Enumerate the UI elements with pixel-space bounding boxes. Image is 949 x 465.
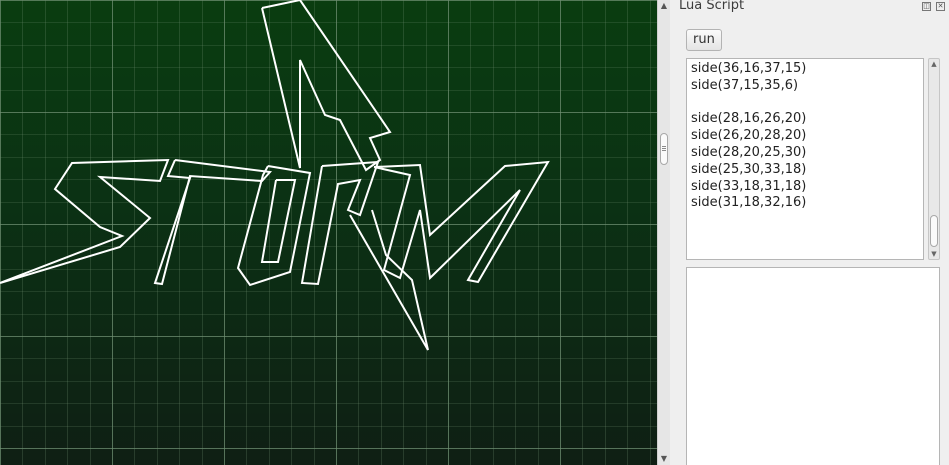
editor-scrollbar[interactable]: ▲ ▼ [928, 58, 940, 260]
script-text: side(36,16,37,15) side(37,15,35,6) side(2… [691, 61, 806, 212]
letter-t-outline [153, 159, 273, 286]
scroll-up-arrow-icon[interactable]: ▲ [658, 0, 670, 12]
scroll-down-arrow-icon[interactable]: ▼ [929, 249, 939, 259]
scroll-up-arrow-icon[interactable]: ▲ [929, 59, 939, 69]
script-line: side(25,30,33,18) [691, 161, 807, 177]
run-button[interactable]: run [686, 29, 722, 51]
script-line: side(31,18,32,16) [691, 195, 807, 211]
script-line: side(28,16,26,20) [691, 111, 807, 127]
storm-drawing [0, 0, 550, 351]
script-line: side(36,16,37,15) [691, 61, 807, 76]
editor-scrollbar-thumb[interactable] [930, 215, 938, 247]
script-editor[interactable]: side(36,16,37,15) side(37,15,35,6) side(2… [686, 58, 924, 260]
letter-o-outline [236, 165, 312, 287]
script-line: side(37,15,35,6) [691, 77, 799, 93]
script-line: side(28,20,25,30) [691, 144, 807, 160]
script-line [691, 95, 806, 112]
scrollbar-thumb[interactable] [660, 133, 668, 165]
letter-r-leg [349, 209, 429, 351]
lua-script-panel: Lua Script ◫ ✕ run side(36,16,37,15) side… [671, 0, 949, 465]
canvas-vertical-scrollbar[interactable]: ▲ ▼ [657, 0, 670, 465]
letter-m-outline [373, 160, 550, 284]
scroll-down-arrow-icon[interactable]: ▼ [658, 453, 670, 465]
letter-o-inner [260, 179, 297, 263]
lightning-bolt-outline [261, 0, 392, 172]
float-icon[interactable]: ◫ [922, 2, 931, 11]
letter-r-outline [300, 160, 380, 286]
script-line: side(33,18,31,18) [691, 178, 807, 194]
drawing-canvas[interactable] [0, 0, 657, 465]
script-line: side(26,20,28,20) [691, 128, 807, 144]
panel-title: Lua Script [679, 0, 745, 13]
output-area[interactable] [686, 267, 940, 465]
close-icon[interactable]: ✕ [936, 2, 945, 11]
letter-s-outline [0, 158, 170, 284]
